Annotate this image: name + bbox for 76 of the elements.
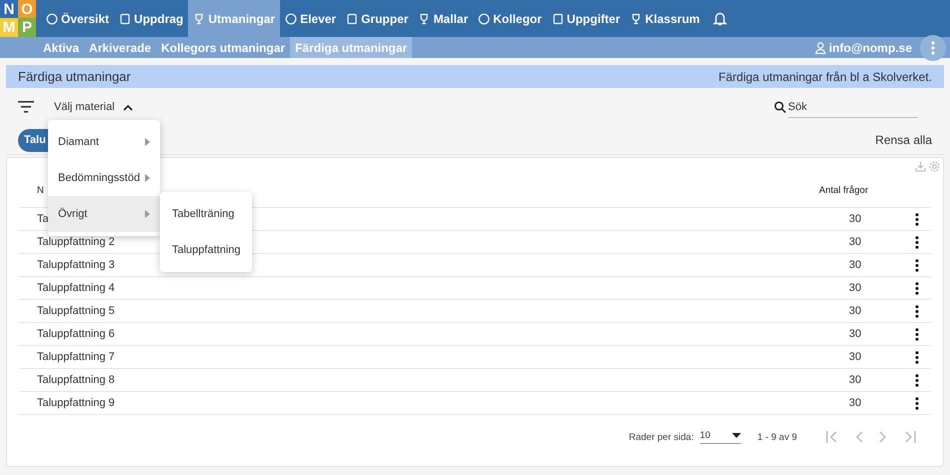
bell-icon[interactable]	[712, 11, 727, 26]
row-menu-icon[interactable]	[915, 374, 919, 386]
table-cell: Taluppfattning 4	[37, 282, 115, 294]
table-cell-text: 30	[848, 213, 862, 225]
logo-letter: P	[18, 18, 36, 37]
nav-icon	[193, 12, 206, 24]
filter-icon[interactable]	[18, 101, 34, 113]
subnav-tab[interactable]: Kollegors utmaningar	[156, 37, 290, 58]
table-cell: Taluppfattning 5	[37, 305, 115, 317]
nav-tab[interactable]: Kollegor	[473, 0, 547, 37]
material-select[interactable]: Välj material	[54, 101, 133, 113]
caret-right-icon	[145, 138, 150, 146]
logo-letter: O	[18, 0, 36, 18]
nav-icon	[418, 12, 430, 24]
nav-tab[interactable]: Uppdrag	[114, 0, 188, 37]
nav-tab[interactable]: Uppgifter	[546, 0, 626, 37]
nav-tab[interactable]: Elever	[280, 0, 342, 37]
table-cell-text: 30	[848, 351, 862, 363]
table-cell-text: 30	[848, 397, 862, 409]
page-title: Färdiga utmaningar	[18, 69, 131, 84]
table-cell-text: 30	[848, 305, 862, 317]
table-cell-text: 30	[848, 259, 862, 271]
table-cell: Taluppfattning 2	[37, 236, 115, 248]
search-icon[interactable]	[774, 101, 786, 113]
caret-right-icon	[145, 210, 150, 218]
rows-per-page-select[interactable]: 10	[700, 430, 742, 444]
nav-icon	[552, 12, 564, 24]
logo-letter: M	[0, 18, 18, 37]
nav-icon	[46, 12, 58, 24]
row-menu-icon[interactable]	[915, 350, 919, 364]
table-cell: Taluppfattning 3	[37, 259, 115, 271]
menu-item[interactable]: Tabellträning	[160, 196, 252, 232]
nav-tab[interactable]: Översikt	[41, 0, 114, 37]
menu-item[interactable]: Taluppfattning	[160, 232, 252, 268]
nav-icon	[346, 12, 358, 24]
more-button[interactable]	[920, 34, 946, 60]
table-cell-text: 30	[848, 374, 862, 386]
table-cell-text: 30	[848, 236, 862, 248]
row-menu-icon[interactable]	[915, 304, 919, 318]
caret-down-icon	[732, 433, 742, 438]
nav-tab[interactable]: Utmaningar	[188, 0, 280, 37]
user-link[interactable]: info@nomp.se	[814, 40, 912, 54]
caret-up-icon	[122, 104, 133, 110]
row-menu-icon[interactable]	[915, 236, 919, 248]
clear-all-link[interactable]: Rensa alla	[875, 133, 932, 147]
nav-tab[interactable]: Grupper	[341, 0, 414, 37]
logo-letter: N	[0, 0, 18, 18]
nav-icon	[119, 12, 132, 24]
more-icon	[931, 40, 935, 54]
nav-tab[interactable]: Klassrum	[625, 0, 705, 37]
nav-icon	[478, 12, 490, 24]
row-menu-icon[interactable]	[915, 328, 919, 340]
user-icon	[814, 42, 826, 54]
subnav-tab[interactable]: Aktiva	[38, 37, 84, 58]
search-field[interactable]: Sök	[788, 96, 918, 118]
table-cell: Taluppfattning 9	[37, 397, 115, 409]
rows-per-page-label: Rader per sida:	[628, 432, 694, 442]
subnav-tab[interactable]: Arkiverade	[84, 37, 156, 58]
menu-item[interactable]: Övrigt	[48, 196, 160, 232]
row-menu-icon[interactable]	[915, 212, 919, 226]
row-menu-icon[interactable]	[915, 282, 919, 294]
table-cell: Taluppfattning 6	[37, 328, 115, 340]
page-description: Färdiga utmaningar från bl a Skolverket.	[718, 70, 932, 84]
table-cell: Taluppfattning 7	[37, 351, 115, 363]
caret-right-icon	[145, 174, 150, 182]
row-menu-icon[interactable]	[915, 258, 919, 272]
table-cell: Taluppfattning 8	[37, 374, 115, 386]
page-range: 1 - 9 av 9	[757, 432, 797, 442]
table-cell-text: 30	[848, 282, 862, 294]
nav-icon	[285, 12, 298, 24]
table-cell: Ta	[37, 213, 49, 225]
table-cell-text: 30	[848, 328, 862, 340]
nav-icon	[630, 12, 642, 24]
nav-tab[interactable]: Mallar	[413, 0, 474, 37]
row-menu-icon[interactable]	[915, 396, 919, 410]
column-header[interactable]: Antal frågor	[819, 185, 909, 196]
